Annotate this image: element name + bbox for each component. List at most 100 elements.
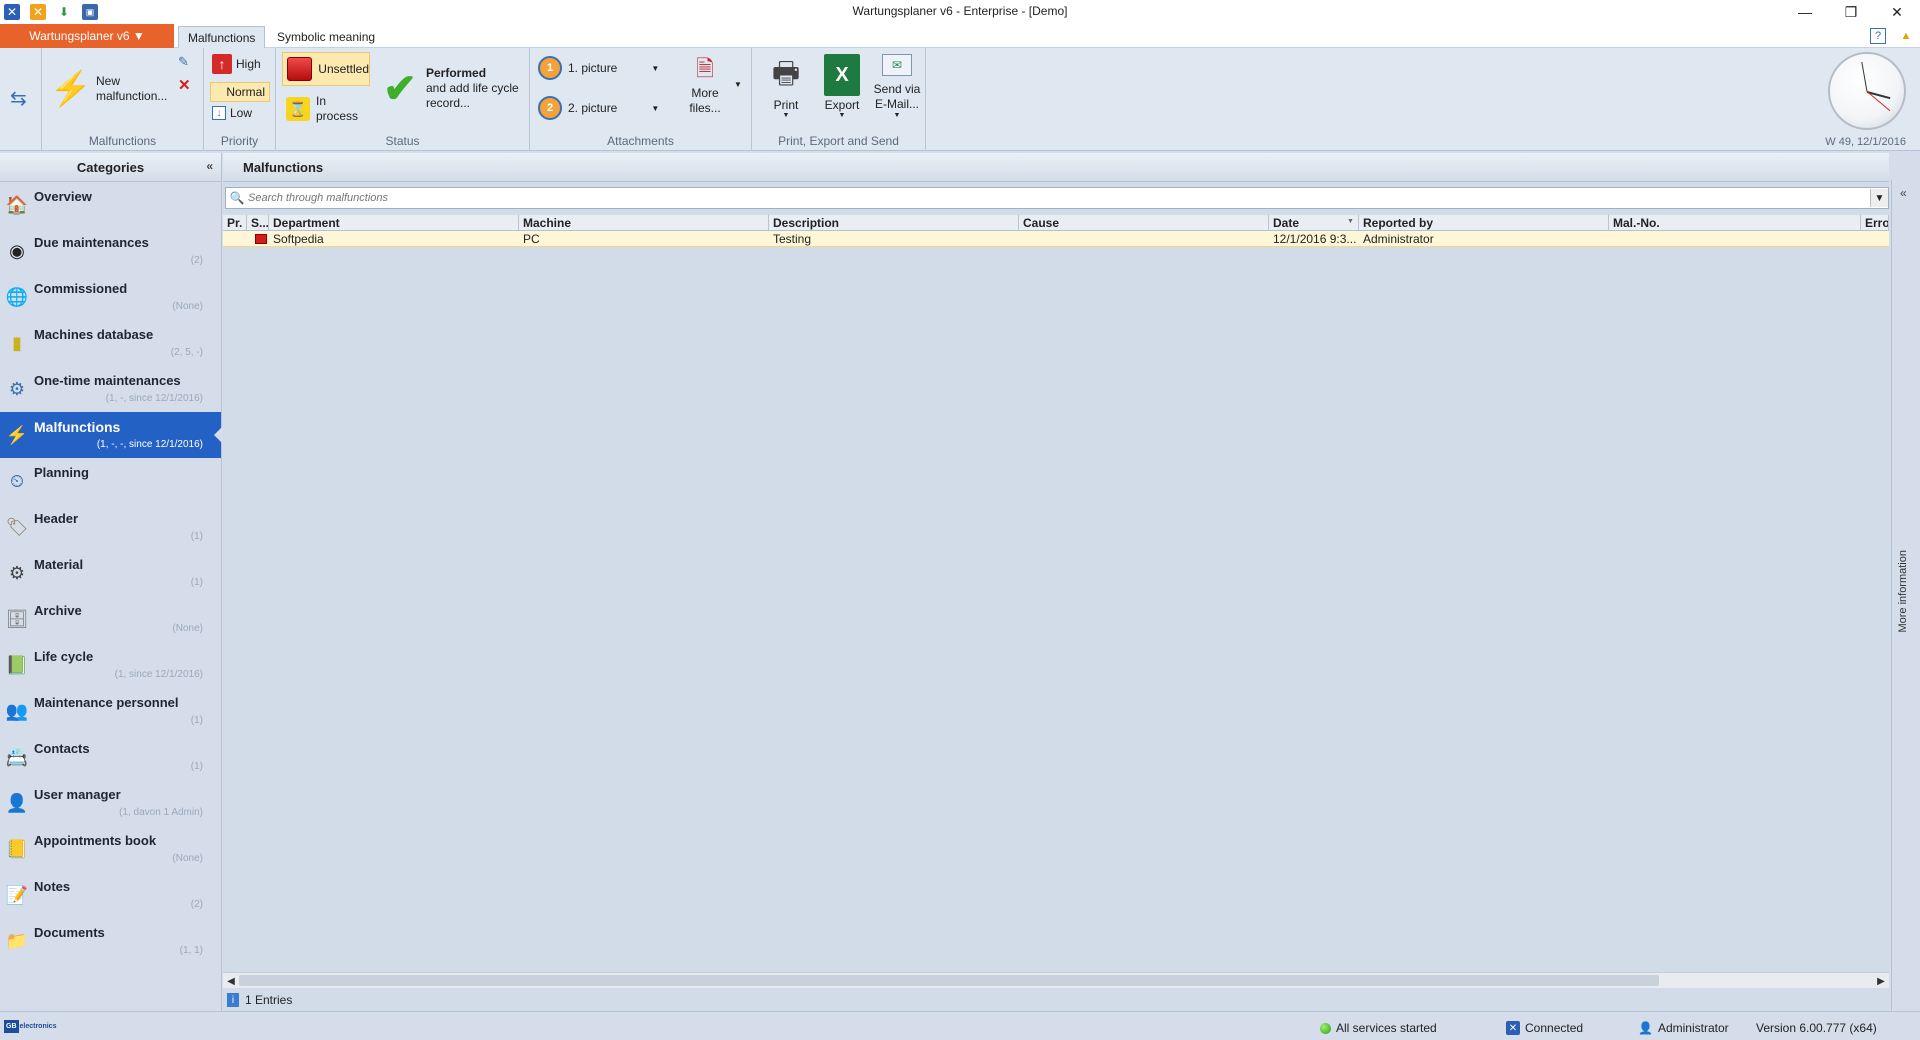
col-date[interactable]: Date: [1269, 215, 1359, 231]
status-unsettled-label: Unsettled: [318, 62, 369, 76]
save-icon[interactable]: ▣: [82, 4, 98, 20]
app-icon[interactable]: ✕: [4, 4, 20, 20]
checkmark-icon: ✔: [383, 66, 417, 111]
status-performed-label-3: record...: [426, 96, 471, 110]
category-item[interactable]: 🗄 Archive (None): [0, 596, 221, 642]
picture1-dropdown-icon[interactable]: ▼: [651, 64, 659, 73]
scroll-right-icon[interactable]: ▶: [1873, 973, 1889, 989]
category-item[interactable]: 👤 User manager (1, davon 1 Admin): [0, 780, 221, 826]
category-label: Maintenance personnel: [34, 695, 179, 710]
status-in-process-button[interactable]: ⌛ In process: [286, 94, 358, 124]
more-files-dropdown-icon[interactable]: ▼: [734, 80, 742, 89]
warning-icon[interactable]: ▲: [1898, 28, 1914, 44]
picture1-button[interactable]: 1 1. picture ▼: [538, 56, 659, 80]
export-button[interactable]: X Export ▼: [816, 52, 868, 119]
status-unsettled-button[interactable]: Unsettled: [282, 52, 370, 86]
window-title: Wartungsplaner v6 - Enterprise - [Demo]: [852, 4, 1068, 18]
category-item[interactable]: 📒 Appointments book (None): [0, 826, 221, 872]
status-performed-button[interactable]: ✔ Performed and add life cycle record...: [378, 66, 519, 111]
notes-icon: 📝: [5, 884, 29, 905]
col-error[interactable]: Error: [1861, 215, 1889, 231]
tools-quick-icon[interactable]: ✕: [30, 4, 46, 20]
scroll-thumb[interactable]: [239, 975, 1659, 986]
tab-symbolic-meaning[interactable]: Symbolic meaning: [268, 26, 384, 48]
category-item[interactable]: 📁 Documents (1, 1): [0, 918, 221, 964]
category-item[interactable]: ⚡ Malfunctions (1, -, -, since 12/1/2016): [0, 412, 222, 458]
category-item[interactable]: ⚙ Material (1): [0, 550, 221, 596]
priority-low-label: Low: [230, 106, 253, 120]
col-status[interactable]: S...: [247, 215, 269, 231]
more-files-button[interactable]: 🗎 More files...: [680, 56, 730, 116]
edit-icon[interactable]: ✎: [178, 54, 189, 70]
picture2-button[interactable]: 2 2. picture ▼: [538, 96, 659, 120]
col-cause[interactable]: Cause: [1019, 215, 1269, 231]
category-count: (1, since 12/1/2016): [114, 669, 203, 680]
col-department[interactable]: Department: [269, 215, 519, 231]
picture2-icon: 2: [538, 96, 562, 120]
more-information-label[interactable]: More information: [1897, 550, 1909, 633]
more-information-panel[interactable]: « More information: [1891, 180, 1920, 1011]
restore-button[interactable]: ❐: [1828, 0, 1874, 24]
delete-icon[interactable]: ✕: [178, 76, 191, 94]
category-item[interactable]: ⚙ One-time maintenances (1, -, since 12/1/…: [0, 366, 221, 412]
category-item[interactable]: ◉ Due maintenances (2): [0, 228, 221, 274]
send-email-button[interactable]: ✉ Send via E-Mail... ▼: [870, 54, 924, 119]
col-priority[interactable]: Pr.: [223, 215, 247, 231]
search-input[interactable]: [248, 189, 1870, 207]
search-dropdown-icon[interactable]: ▼: [1870, 189, 1888, 207]
category-count: (2): [190, 899, 203, 910]
priority-normal-button[interactable]: Normal: [210, 82, 270, 102]
col-description[interactable]: Description: [769, 215, 1019, 231]
print-button[interactable]: 🖶 Print ▼: [760, 54, 812, 120]
files-icon: 🗎: [696, 56, 714, 81]
new-malfunction-button[interactable]: ⚡ New malfunction...: [48, 66, 168, 112]
status-performed-label-1: Performed: [426, 66, 487, 80]
category-item[interactable]: 📗 Life cycle (1, since 12/1/2016): [0, 642, 221, 688]
table-row[interactable]: Softpedia PC Testing 12/1/2016 9:3... Ad…: [223, 231, 1889, 247]
picture2-dropdown-icon[interactable]: ▼: [651, 104, 659, 113]
horizontal-scrollbar[interactable]: ◀ ▶: [223, 972, 1889, 988]
category-label: Commissioned: [34, 281, 128, 296]
category-item[interactable]: 🏷 Header (1): [0, 504, 221, 550]
more-files-label-1: More: [691, 86, 719, 100]
app-menu-button[interactable]: Wartungsplaner v6 ▼: [0, 24, 174, 48]
sync-icon[interactable]: ⇆: [10, 86, 27, 111]
collapse-left-icon[interactable]: «: [206, 159, 213, 173]
help-icon[interactable]: ?: [1870, 28, 1886, 44]
category-count: (None): [172, 853, 203, 864]
categories-title: Categories: [76, 159, 145, 175]
services-label: All services started: [1336, 1021, 1437, 1035]
cell-reported-by: Administrator: [1363, 232, 1434, 246]
col-reported-by[interactable]: Reported by: [1359, 215, 1609, 231]
category-item[interactable]: 🏠 Overview: [0, 182, 221, 228]
print-group-label: Print, Export and Send: [778, 134, 899, 148]
export-label: Export: [824, 98, 860, 112]
ribbon-navigation: ⇆: [0, 48, 42, 151]
col-machine[interactable]: Machine: [519, 215, 769, 231]
category-item[interactable]: ⏲ Planning: [0, 458, 221, 504]
category-list: 🏠 Overview ◉ Due maintenances (2) 🌐 Commission…: [0, 182, 222, 964]
category-item[interactable]: 📇 Contacts (1): [0, 734, 221, 780]
expand-right-icon[interactable]: «: [1900, 186, 1907, 200]
scroll-left-icon[interactable]: ◀: [223, 973, 239, 989]
malfunctions-header: Malfunctions: [223, 153, 1889, 182]
print-label: Print: [773, 98, 799, 112]
download-icon[interactable]: ⬇: [56, 4, 72, 20]
category-item[interactable]: 📝 Notes (2): [0, 872, 221, 918]
user-status: 👤 Administrator: [1638, 1021, 1729, 1035]
clock-icon: [1828, 52, 1906, 130]
status-in-process-label-1: In: [316, 94, 327, 108]
close-button[interactable]: ✕: [1874, 0, 1920, 24]
priority-high-button[interactable]: ↑ High: [212, 54, 261, 74]
archive-icon: 🗄: [5, 608, 29, 629]
tab-malfunctions[interactable]: Malfunctions: [178, 26, 266, 48]
category-item[interactable]: 👥 Maintenance personnel (1): [0, 688, 221, 734]
gb-electronics-logo: GB electronics: [4, 1020, 60, 1033]
minimize-button[interactable]: —: [1782, 0, 1828, 24]
user-icon: 👤: [5, 792, 29, 813]
col-mal-no[interactable]: Mal.-No.: [1609, 215, 1861, 231]
status-bar: GB electronics All services started ✕ Con…: [0, 1011, 1920, 1040]
priority-low-button[interactable]: ↓ Low: [212, 106, 252, 120]
category-item[interactable]: 🌐 Commissioned (None): [0, 274, 221, 320]
category-item[interactable]: ▮ Machines database (2, 5, -): [0, 320, 221, 366]
